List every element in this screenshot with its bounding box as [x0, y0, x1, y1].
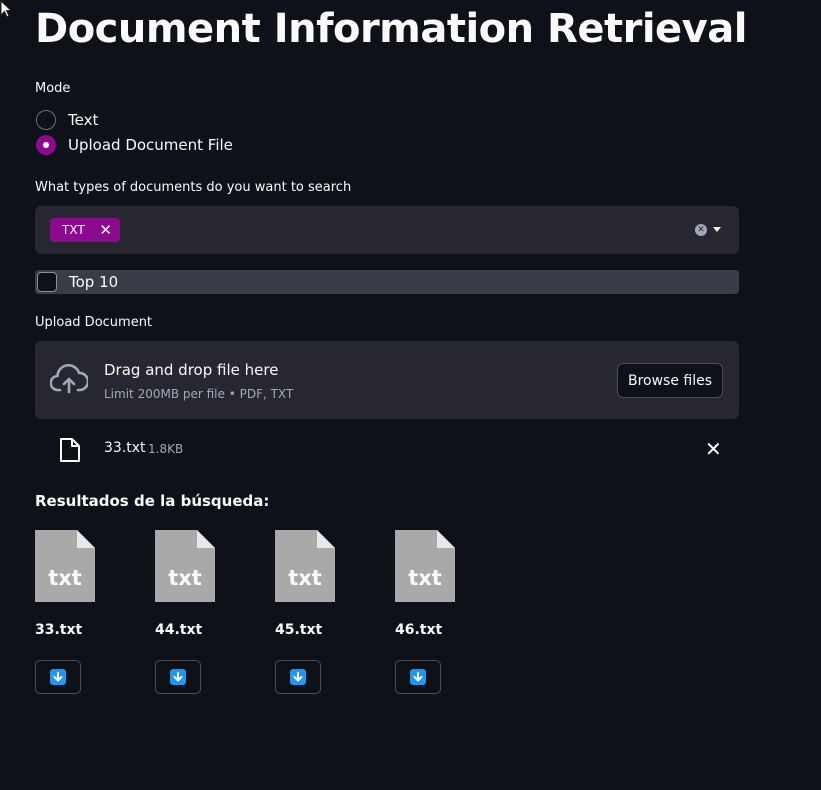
uploaded-file-size: 1.8KB: [148, 442, 184, 456]
top10-checkbox-row[interactable]: Top 10: [35, 270, 739, 294]
dropzone-limit-text: Limit 200MB per file • PDF, TXT: [104, 387, 294, 401]
tag-label: TXT: [62, 223, 85, 237]
top10-label: Top 10: [69, 273, 119, 291]
radio-button-checked[interactable]: [36, 135, 56, 155]
result-file-name: 46.txt: [395, 622, 443, 638]
result-item: txt 44.txt: [155, 530, 215, 700]
top10-checkbox[interactable]: [37, 272, 57, 292]
download-button[interactable]: [275, 660, 321, 694]
result-file-name: 44.txt: [155, 622, 203, 638]
remove-file-icon[interactable]: ✕: [705, 437, 722, 461]
chevron-down-icon[interactable]: [713, 227, 721, 232]
result-item: txt 33.txt: [35, 530, 95, 700]
result-file-name: 33.txt: [35, 622, 83, 638]
download-button[interactable]: [395, 660, 441, 694]
result-item: txt 45.txt: [275, 530, 335, 700]
clear-all-icon[interactable]: ✕: [695, 224, 707, 236]
radio-button[interactable]: [36, 110, 56, 130]
thumbnail-text: txt: [48, 566, 82, 590]
thumbnail-text: txt: [288, 566, 322, 590]
radio-label: Text: [68, 111, 99, 129]
result-item: txt 46.txt: [395, 530, 455, 700]
radio-option-upload[interactable]: Upload Document File: [36, 135, 233, 155]
download-arrow-icon: [410, 669, 426, 685]
browse-files-button[interactable]: Browse files: [617, 363, 723, 398]
download-button[interactable]: [155, 660, 201, 694]
selected-tag: TXT ✕: [50, 218, 120, 242]
file-dropzone[interactable]: Drag and drop file here Limit 200MB per …: [35, 341, 739, 419]
page-title: Document Information Retrieval: [35, 6, 747, 52]
radio-label: Upload Document File: [68, 136, 233, 154]
mouse-cursor-icon: [0, 0, 13, 18]
uploaded-file-name: 33.txt: [104, 440, 146, 456]
download-button[interactable]: [35, 660, 81, 694]
mode-label: Mode: [35, 81, 71, 96]
uploaded-file-row: 33.txt 1.8KB ✕: [35, 430, 739, 470]
result-file-name: 45.txt: [275, 622, 323, 638]
doc-types-multiselect[interactable]: TXT ✕ ✕: [35, 206, 739, 254]
app-root: Document Information Retrieval Mode Text…: [0, 0, 821, 790]
cloud-upload-icon: [50, 364, 88, 394]
tag-remove-icon[interactable]: ✕: [99, 221, 112, 239]
file-icon: [60, 438, 80, 462]
download-arrow-icon: [170, 669, 186, 685]
download-arrow-icon: [50, 669, 66, 685]
results-title: Resultados de la búsqueda:: [35, 492, 270, 510]
dropzone-title: Drag and drop file here: [104, 361, 279, 379]
upload-label: Upload Document: [35, 315, 153, 330]
thumbnail-text: txt: [168, 566, 202, 590]
thumbnail-text: txt: [408, 566, 442, 590]
doc-types-label: What types of documents do you want to s…: [35, 180, 352, 195]
radio-option-text[interactable]: Text: [36, 110, 98, 130]
download-arrow-icon: [290, 669, 306, 685]
